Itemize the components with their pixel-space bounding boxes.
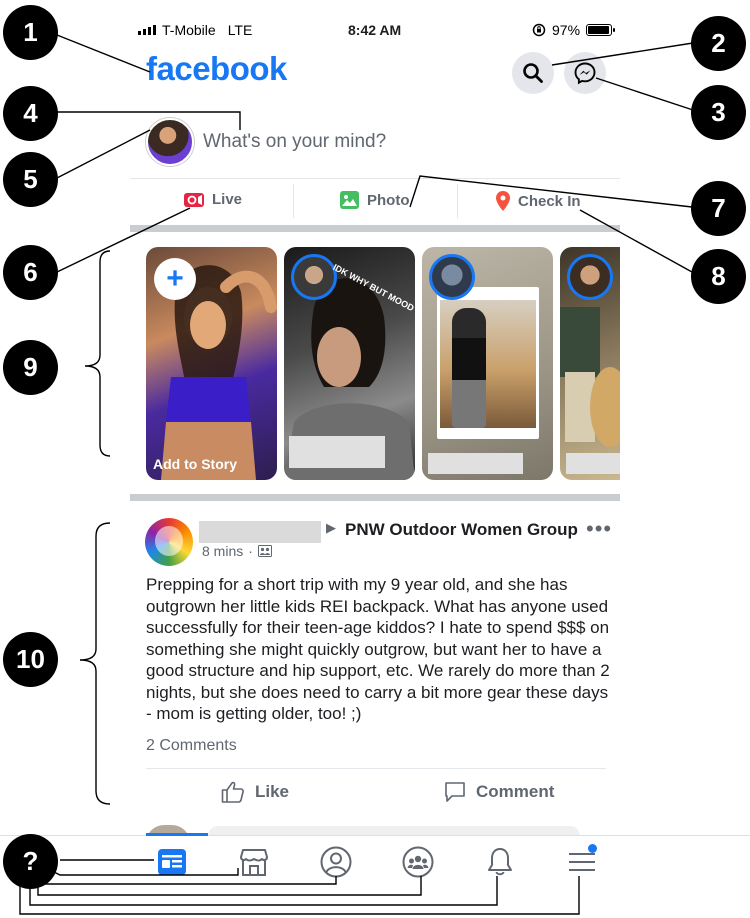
annotation-badge: 5 — [3, 152, 58, 207]
annotation-badge: 2 — [691, 16, 746, 71]
annotation-badge: 1 — [3, 5, 58, 60]
annotation-badge: 7 — [691, 181, 746, 236]
annotation-lines — [19, 34, 694, 915]
annotation-badge: 6 — [3, 245, 58, 300]
annotation-badge: 9 — [3, 340, 58, 395]
annotation-badge: 4 — [3, 86, 58, 141]
annotation-badge: 10 — [3, 632, 58, 687]
annotation-badge: 3 — [691, 85, 746, 140]
annotation-badge: 8 — [691, 249, 746, 304]
annotation-badge: ? — [3, 834, 58, 889]
